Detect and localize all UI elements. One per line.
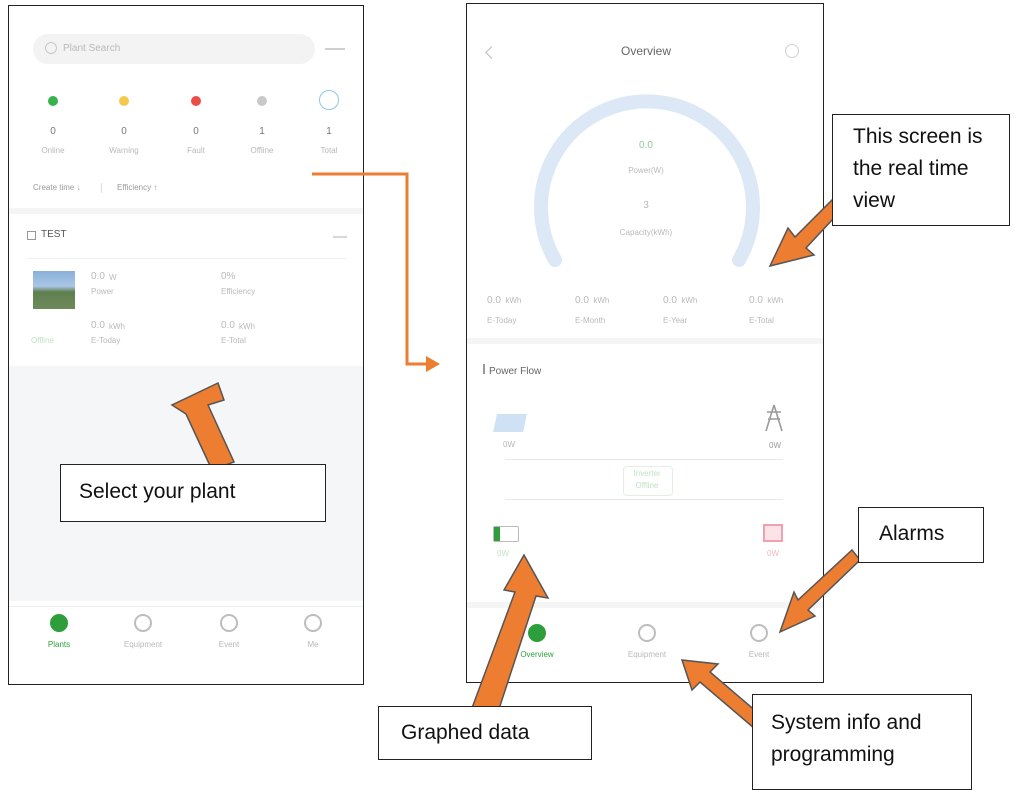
callout-select-plant: Select your plant bbox=[60, 464, 326, 522]
graphed-data-arrow bbox=[470, 553, 550, 713]
connector-arrow-head bbox=[426, 356, 440, 372]
callout-alarms: Alarms bbox=[858, 507, 984, 563]
callout-alarms-text: Alarms bbox=[879, 522, 945, 545]
connector-arrow bbox=[312, 172, 428, 366]
callout-select-plant-text: Select your plant bbox=[79, 480, 236, 503]
callout-realtime: This screen is the real time view bbox=[832, 114, 1010, 226]
callout-graphed-data: Graphed data bbox=[378, 706, 592, 760]
callout-realtime-text: This screen is the real time view bbox=[853, 125, 983, 212]
alarms-arrow bbox=[778, 548, 862, 634]
select-plant-arrow bbox=[170, 381, 236, 471]
callout-graphed-data-text: Graphed data bbox=[401, 721, 530, 744]
callout-system-info: System info and programming bbox=[752, 694, 972, 790]
callout-system-info-text: System info and programming bbox=[771, 711, 922, 766]
